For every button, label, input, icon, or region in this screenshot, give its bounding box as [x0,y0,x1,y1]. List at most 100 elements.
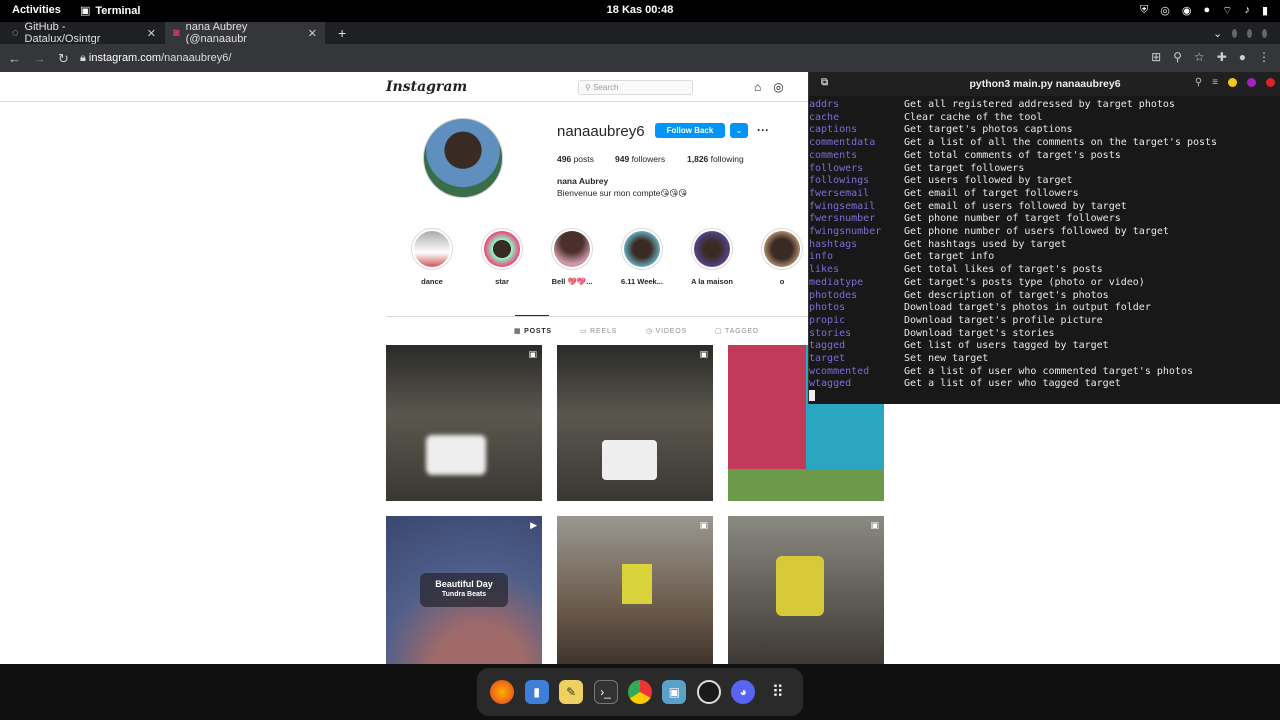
terminal-description: Get target's photos captions [904,124,1073,136]
active-tab-indicator [515,315,549,316]
highlight-item[interactable]: 6.11 Week... [614,228,670,286]
instagram-logo[interactable]: Instagram [386,79,467,95]
post-thumbnail[interactable]: ▣ [557,345,713,501]
minimize-icon[interactable] [1228,78,1237,87]
terminal-description: Get users followed by target [904,175,1073,187]
terminal-icon[interactable]: ›_ [593,680,618,704]
profile-avatar[interactable] [423,118,503,198]
terminal-description: Get total comments of target's posts [904,149,1121,161]
menu-icon[interactable]: ⋮ [1258,50,1270,64]
maximize-icon[interactable] [1247,28,1253,38]
tab-github[interactable]: ◌ GitHub - Datalux/Osintgr ✕ [4,21,164,45]
system-tray[interactable]: ⛨ ◎ ◉ ● ⌔ ♪ ▮ [1140,4,1268,18]
highlight-item[interactable]: Bell 💖💖... [544,228,600,286]
settings-tray-icon[interactable]: ◎ [1160,4,1170,18]
screenshot-icon[interactable]: ▣ [662,680,687,704]
zoom-icon[interactable]: ⚲ [1173,50,1182,64]
tab-instagram[interactable]: ◙ nana Aubrey (@nanaaubr ✕ [165,21,325,45]
battery-icon[interactable]: ▮ [1262,4,1268,18]
terminal-command: info [809,251,834,263]
reel-icon: ▣ [870,520,879,530]
terminal-description: Get description of target's photos [904,289,1109,301]
maximize-icon[interactable] [1247,78,1256,87]
close-window-icon[interactable] [1262,28,1267,38]
close-tab-icon[interactable]: ✕ [147,27,156,40]
clock[interactable]: 18 Kas 00:48 [0,4,1280,16]
tab-search-icon[interactable]: ⌄ [1213,27,1222,40]
text-editor-icon[interactable]: ✎ [559,680,584,704]
reload-icon[interactable]: ↻ [58,51,69,67]
followers-number: 949 [615,154,630,164]
highlight-item[interactable]: star [474,228,530,286]
reel-icon: ▣ [699,349,708,359]
terminal-command: cache [809,111,840,123]
dock: ▮ ✎ ›_ ▣ ◕ ⠿ [477,668,803,716]
discord-icon[interactable]: ◕ [731,680,756,704]
terminal-description: Get total likes of target's posts [904,264,1103,276]
terminal-command: fwingsnumber [809,226,882,238]
messenger-icon[interactable]: ◎ [773,80,783,94]
tab-tagged[interactable]: ▢ TAGGED [715,327,759,335]
more-options-button[interactable]: ··· [757,123,769,137]
reels-icon: ▭ [580,328,588,335]
highlight-item[interactable]: dance [404,228,460,286]
highlight-item[interactable]: A la maison [684,228,740,286]
posts-label: posts [573,154,594,164]
terminal-description: Get a list of user who commented target'… [904,365,1193,377]
post-thumbnail[interactable]: Beautiful Day Tundra Beats ▶ [386,516,542,664]
close-window-icon[interactable] [1266,78,1275,87]
terminal-command: fwersnumber [809,213,876,225]
chrome-tray-icon[interactable]: ● [1203,4,1210,18]
highlight-item[interactable]: o [754,228,810,286]
close-tab-icon[interactable]: ✕ [308,27,317,40]
terminal-titlebar[interactable]: ⧉ python3 main.py nanaaubrey6 ⚲ ≡ [809,72,1280,96]
discord-tray-icon[interactable]: ◉ [1182,4,1192,18]
video-icon: ◷ [646,328,653,335]
search-icon[interactable]: ⚲ [1195,77,1202,88]
extensions-icon[interactable]: ✚ [1217,50,1227,64]
shield-icon[interactable]: ⛨ [1140,4,1148,18]
tab-videos[interactable]: ◷ VIDEOS [646,327,687,335]
terminal-command: stories [809,327,852,339]
bookmark-star-icon[interactable]: ☆ [1194,50,1205,64]
terminal-window[interactable]: ⧉ python3 main.py nanaaubrey6 ⚲ ≡ addrs c… [808,72,1280,404]
followers-count[interactable]: 949 followers [615,154,665,164]
profile-icon[interactable]: ● [1239,50,1246,64]
volume-icon[interactable]: ♪ [1244,4,1250,18]
terminal-description: Get email of target followers [904,187,1079,199]
followers-label: followers [631,154,666,164]
search-input[interactable]: ⚲ Search [578,80,693,95]
highlight-label: o [779,277,785,286]
files-icon[interactable]: ▮ [524,680,549,704]
window-controls[interactable]: ⌄ [1205,22,1275,44]
firefox-icon[interactable] [490,680,515,704]
home-icon[interactable]: ⌂ [754,80,761,94]
suggested-dropdown-button[interactable]: ⌄ [730,123,748,138]
post-thumbnail[interactable]: ▣ [557,516,713,664]
minimize-icon[interactable] [1232,28,1238,38]
terminal-description: Get email of users followed by target [904,200,1127,212]
tab-posts[interactable]: ▦ POSTS [514,327,552,335]
terminal-command: wcommented [809,365,870,377]
tab-reels[interactable]: ▭ REELS [580,327,617,335]
translate-icon[interactable]: ⊞ [1151,50,1161,64]
back-icon[interactable]: ← [8,51,21,67]
terminal-command: followings [809,175,870,187]
terminal-description: Set new target [904,353,989,365]
obs-icon[interactable] [696,680,721,704]
hamburger-menu-icon[interactable]: ≡ [1212,77,1218,88]
post-thumbnail[interactable]: ▣ [386,345,542,501]
post-thumbnail[interactable]: ▣ [728,516,884,664]
terminal-command: mediatype [809,276,864,288]
terminal-description: Get phone number of users followed by ta… [904,226,1169,238]
chrome-icon[interactable] [627,680,652,704]
new-tab-button[interactable]: + [330,22,350,44]
forward-icon[interactable]: → [33,51,46,67]
wifi-icon[interactable]: ⌔ [1222,4,1232,18]
highlight-label: 6.11 Week... [621,277,663,286]
terminal-description: Get target info [904,251,995,263]
follow-back-button[interactable]: Follow Back [655,123,725,138]
app-grid-icon[interactable]: ⠿ [766,680,790,704]
following-count[interactable]: 1,826 following [687,154,744,164]
address-bar[interactable]: 🔒︎ instagram.com/nanaaubrey6/ [80,52,231,65]
